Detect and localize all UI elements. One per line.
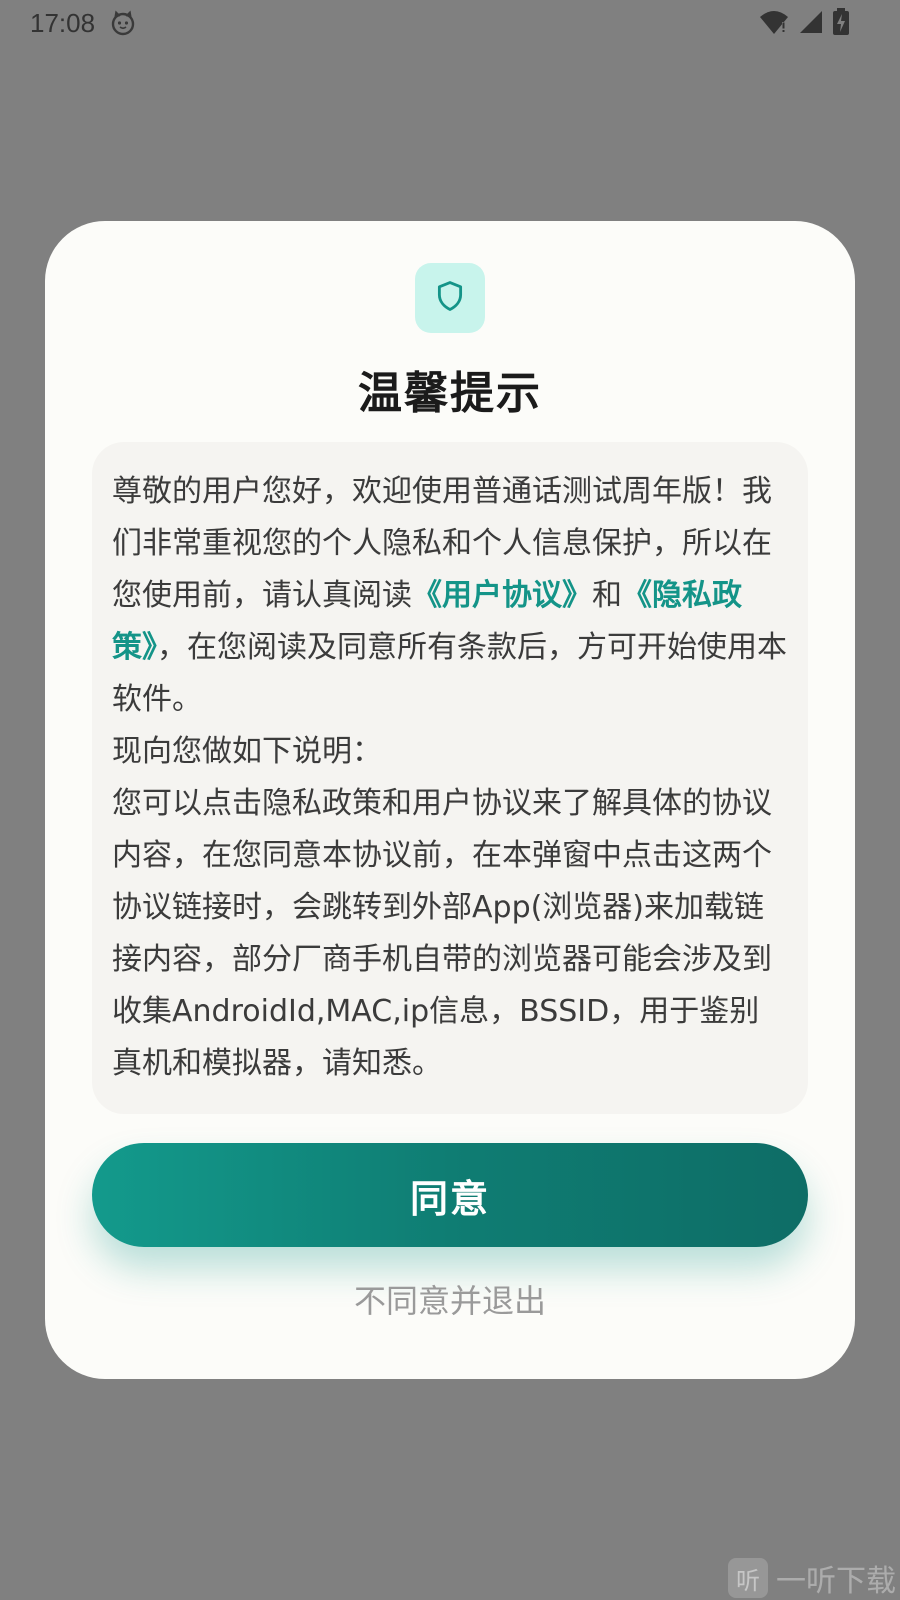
status-bar: 17:08 — [0, 0, 900, 48]
disagree-exit-button[interactable]: 不同意并退出 — [45, 1275, 855, 1323]
intro-text-end: ，在您阅读及同意所有条款后，方可开始使用本软件。 — [112, 630, 787, 717]
explanation-paragraph: 您可以点击隐私政策和用户协议来了解具体的协议内容，在您同意本协议前，在本弹窗中点… — [112, 786, 772, 1081]
intro-paragraph: 尊敬的用户您好，欢迎使用普通话测试周年版！我们非常重视您的个人隐私和个人信息保护… — [112, 466, 788, 726]
agree-button[interactable]: 同意 — [92, 1143, 808, 1247]
status-icons — [758, 8, 850, 36]
cat-notification-icon — [110, 10, 136, 36]
watermark-logo: 听 — [728, 1558, 768, 1598]
watermark: 听 一听下载 — [728, 1556, 900, 1600]
privacy-dialog: 温馨提示 尊敬的用户您好，欢迎使用普通话测试周年版！我们非常重视您的个人隐私和个… — [45, 221, 855, 1379]
dialog-title: 温馨提示 — [358, 368, 542, 419]
wifi-icon — [758, 8, 790, 36]
watermark-text: 一听下载 — [776, 1564, 896, 1599]
status-time: 17:08 — [30, 8, 96, 38]
battery-icon — [832, 8, 850, 36]
shield-badge — [415, 263, 485, 333]
user-agreement-link[interactable]: 《用户协议》 — [412, 578, 592, 613]
explanation-heading: 现向您做如下说明： — [112, 734, 382, 769]
signal-icon — [798, 9, 824, 35]
and-text: 和 — [592, 578, 622, 613]
agreement-content: 尊敬的用户您好，欢迎使用普通话测试周年版！我们非常重视您的个人隐私和个人信息保护… — [92, 442, 808, 1114]
shield-icon — [433, 279, 467, 317]
